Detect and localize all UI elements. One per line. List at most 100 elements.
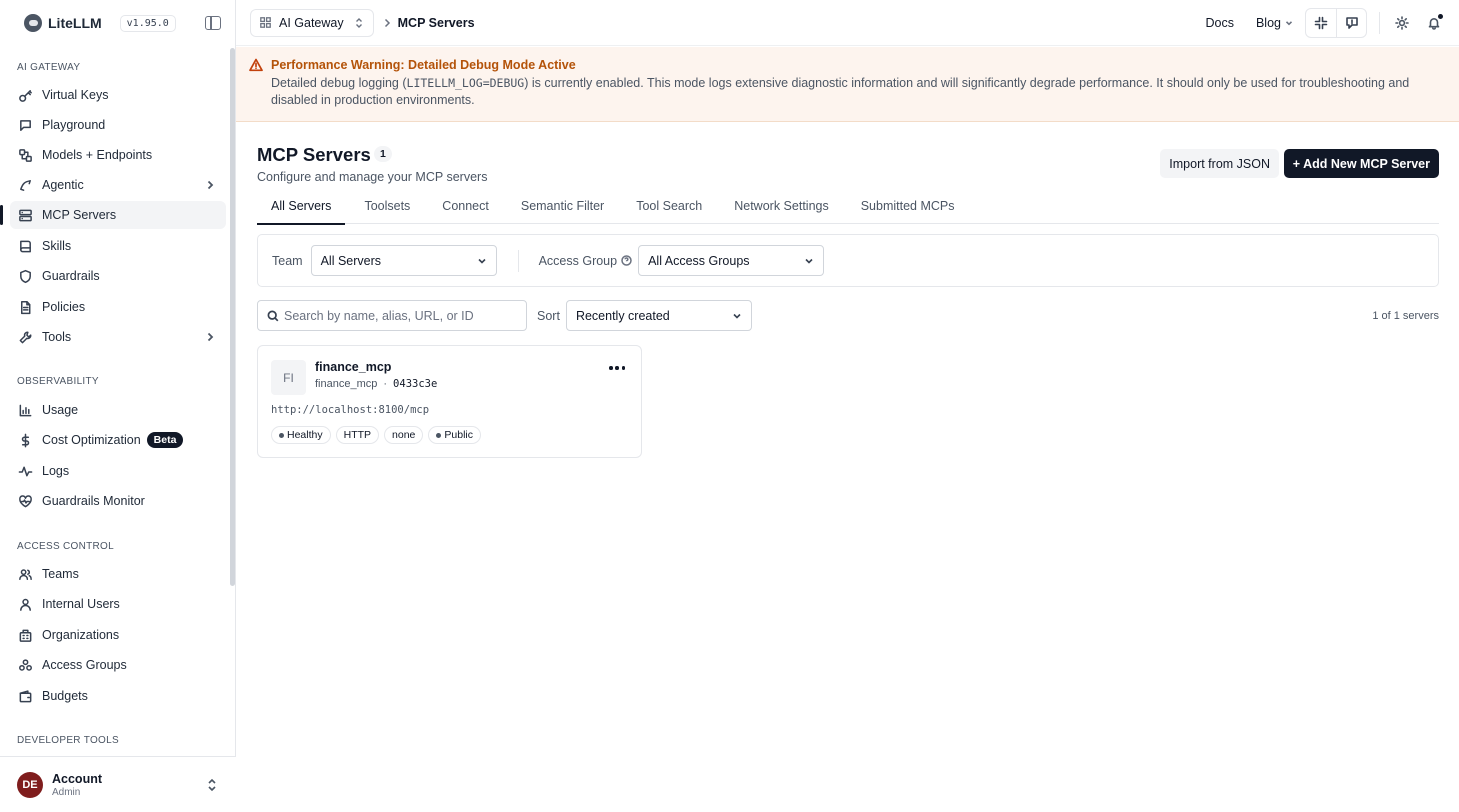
search-input[interactable] — [284, 308, 514, 323]
search-sort-row: Sort Recently created 1 of 1 servers — [257, 300, 1439, 331]
sidebar-item-label: Skills — [42, 239, 72, 253]
tab-semantic-filter[interactable]: Semantic Filter — [507, 196, 618, 224]
import-from-json-button[interactable]: Import from JSON — [1160, 149, 1279, 178]
tab-network-settings[interactable]: Network Settings — [720, 196, 842, 224]
sidebar-item-budgets[interactable]: Budgets — [10, 682, 226, 710]
sidebar-item-guardrails[interactable]: Guardrails — [10, 262, 226, 290]
chevron-down-icon — [478, 258, 486, 264]
sidebar-item-teams[interactable]: Teams — [10, 560, 226, 588]
sidebar-item-label: Models + Endpoints — [42, 148, 153, 162]
tab-toolsets[interactable]: Toolsets — [350, 196, 424, 224]
more-options-icon[interactable] — [609, 366, 625, 372]
brand-header: LiteLLM v1.95.0 — [0, 0, 235, 46]
server-name: finance_mcp — [315, 360, 392, 374]
page-header: MCP Servers 1 Configure and manage your … — [257, 122, 1439, 188]
sidebar-item-label: Usage — [42, 403, 79, 417]
sidebar-item-virtual-keys[interactable]: Virtual Keys — [10, 81, 226, 109]
key-icon — [17, 87, 33, 103]
docs-link[interactable]: Docs — [1205, 16, 1233, 30]
tab-all-servers[interactable]: All Servers — [257, 196, 346, 225]
search-icon — [267, 310, 279, 321]
header-divider — [1379, 11, 1380, 34]
version-badge: v1.95.0 — [119, 14, 176, 32]
help-circle-icon[interactable] — [621, 255, 632, 266]
banner-code: LITELLM_LOG=DEBUG — [406, 76, 525, 90]
theme-toggle-button[interactable] — [1390, 11, 1414, 35]
chevron-right-icon — [384, 18, 390, 27]
section-title-ai-gateway: AI GATEWAY — [17, 62, 81, 73]
notifications-button[interactable] — [1422, 11, 1446, 35]
sidebar-item-logs[interactable]: Logs — [10, 457, 226, 485]
access-group-select[interactable]: All Access Groups — [638, 245, 825, 276]
add-new-mcp-server-button[interactable]: + Add New MCP Server — [1283, 149, 1439, 178]
grid-icon — [260, 17, 271, 28]
access-group-select-value: All Access Groups — [648, 253, 750, 268]
sidebar-item-label: MCP Servers — [42, 208, 117, 222]
sidebar-scrollbar[interactable] — [230, 48, 235, 586]
feedback-button[interactable] — [1336, 8, 1366, 37]
tab-tool-search[interactable]: Tool Search — [622, 196, 716, 224]
server-id: 0433c3e — [393, 378, 438, 390]
section-title-observability: OBSERVABILITY — [17, 376, 99, 387]
avatar: DE — [17, 771, 43, 798]
servers-icon — [17, 207, 33, 223]
collapse-sidebar-icon[interactable] — [205, 16, 221, 30]
banner-body: Detailed debug logging (LITELLM_LOG=DEBU… — [271, 75, 1439, 109]
server-card[interactable]: FI finance_mcp finance_mcp · 0433c3e htt… — [257, 345, 642, 458]
sidebar-item-usage[interactable]: Usage — [10, 396, 226, 424]
slack-icon — [1314, 16, 1328, 29]
sidebar-item-label: Logs — [42, 464, 70, 478]
sidebar-item-internal-users[interactable]: Internal Users — [10, 590, 226, 618]
gateway-label: AI Gateway — [279, 15, 344, 30]
search-box[interactable] — [257, 300, 527, 331]
team-select[interactable]: All Servers — [310, 245, 497, 276]
slack-button[interactable] — [1306, 9, 1336, 37]
server-tags: Healthy HTTP none Public — [271, 426, 486, 444]
heart-pulse-icon — [17, 493, 33, 509]
banner-body-prefix: Detailed debug logging ( — [271, 76, 407, 90]
chevron-right-icon — [204, 331, 216, 343]
sidebar-item-skills[interactable]: Skills — [10, 232, 226, 260]
sidebar-item-playground[interactable]: Playground — [10, 111, 226, 139]
pulse-icon — [17, 463, 33, 479]
sidebar-item-mcp-servers[interactable]: MCP Servers — [0, 201, 226, 229]
account-menu[interactable]: DE Account Admin — [0, 756, 236, 812]
account-role: Admin — [52, 786, 81, 798]
sidebar-item-label: Playground — [42, 118, 106, 132]
filter-panel: Team All Servers Access Group All Access… — [257, 234, 1439, 287]
page-title: MCP Servers — [257, 144, 371, 165]
status-badge: Healthy — [271, 426, 331, 444]
sidebar-item-access-groups[interactable]: Access Groups — [10, 651, 226, 679]
sidebar: LiteLLM v1.95.0 AI GATEWAY Virtual Keys … — [0, 0, 236, 812]
litellm-logo-icon — [24, 14, 42, 32]
feedback-icon — [1345, 16, 1358, 29]
team-filter-label: Team — [272, 253, 303, 268]
sidebar-nav: AI GATEWAY Virtual Keys Playground Model… — [0, 47, 230, 757]
sidebar-item-label: Agentic — [42, 178, 84, 192]
sidebar-item-cost-optimization[interactable]: Cost Optimization Beta — [10, 426, 226, 454]
gateway-selector[interactable]: AI Gateway — [250, 8, 374, 37]
sort-select[interactable]: Recently created — [565, 300, 752, 331]
sidebar-item-label: Internal Users — [42, 597, 120, 611]
wrench-icon — [17, 329, 33, 345]
server-count-badge: 1 — [374, 146, 392, 162]
sidebar-item-organizations[interactable]: Organizations — [10, 621, 226, 649]
tab-submitted-mcps[interactable]: Submitted MCPs — [847, 196, 969, 224]
sidebar-item-models-endpoints[interactable]: Models + Endpoints — [10, 141, 226, 169]
sidebar-item-guardrails-monitor[interactable]: Guardrails Monitor — [10, 487, 226, 515]
tag-label: Public — [444, 429, 473, 441]
tab-connect[interactable]: Connect — [428, 196, 503, 224]
blog-label: Blog — [1255, 15, 1281, 30]
sidebar-item-policies[interactable]: Policies — [10, 293, 226, 321]
tag-label: Healthy — [287, 429, 323, 441]
sidebar-item-tools[interactable]: Tools — [10, 323, 226, 351]
sidebar-item-agentic[interactable]: Agentic — [10, 171, 226, 199]
meta-separator: · — [383, 378, 388, 390]
blog-dropdown[interactable]: Blog — [1256, 16, 1293, 30]
section-title-developer-tools: DEVELOPER TOOLS — [17, 735, 119, 746]
sidebar-item-label: Guardrails Monitor — [42, 494, 145, 508]
chevron-up-down-icon[interactable] — [206, 778, 218, 792]
sidebar-item-label: Tools — [42, 330, 72, 344]
brand-name: LiteLLM — [48, 15, 102, 31]
sun-icon — [1395, 15, 1409, 30]
